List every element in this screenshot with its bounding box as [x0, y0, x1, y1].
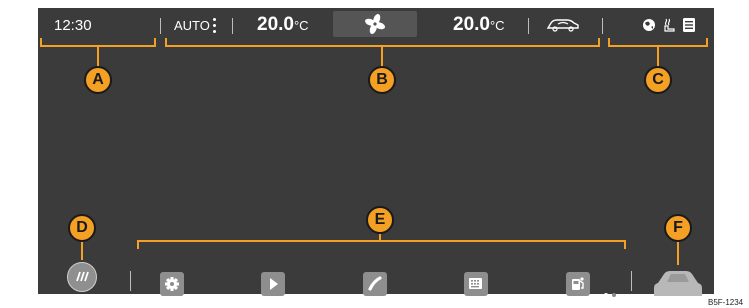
car-recirculation-icon[interactable]	[546, 17, 580, 33]
settings-icon	[165, 277, 179, 291]
temperature-right-value: 20.0	[453, 14, 490, 35]
fuel-icon	[572, 277, 584, 290]
separator	[130, 271, 131, 291]
auto-climate-label[interactable]: AUTO	[174, 18, 210, 33]
phone-icon	[368, 276, 382, 291]
temperature-right-unit: °C	[489, 18, 505, 33]
separator	[528, 18, 529, 34]
temperature-left-value: 20.0	[257, 14, 294, 35]
callout-b: B	[368, 66, 396, 94]
page-dot-active	[604, 293, 608, 297]
stem-d	[81, 240, 83, 260]
seat-heating-icon[interactable]	[662, 17, 676, 33]
stem-f	[677, 240, 679, 265]
app-button-media[interactable]	[261, 272, 285, 296]
temperature-right[interactable]: 20.0°C	[453, 14, 505, 36]
callout-a: A	[84, 66, 112, 94]
callout-e: E	[366, 206, 394, 234]
rear-defrost-icon	[76, 271, 89, 282]
rear-defrost-button[interactable]	[67, 262, 97, 292]
bracket-b	[165, 38, 600, 47]
fan-icon	[365, 14, 385, 34]
clock[interactable]: 12:30	[54, 17, 92, 34]
play-icon	[270, 278, 278, 290]
bracket-e	[137, 240, 626, 249]
callout-f: F	[664, 214, 692, 242]
callout-d: D	[68, 214, 96, 242]
keyboard-icon	[469, 278, 482, 289]
bracket-a	[40, 38, 156, 47]
temperature-left[interactable]: 20.0°C	[257, 14, 309, 36]
callout-c: C	[644, 66, 672, 94]
separator	[160, 18, 161, 34]
separator	[631, 271, 632, 291]
reference-code: B5F-1234	[708, 298, 744, 307]
bracket-c	[608, 38, 708, 47]
separator	[232, 18, 233, 34]
fan-button[interactable]	[333, 11, 417, 37]
separator	[602, 18, 603, 34]
app-button-fuel[interactable]	[566, 272, 590, 296]
infotainment-screen: 12:30 AUTO 20.0°C 20.0°C A B C D E F	[38, 8, 714, 297]
list-icon[interactable]	[682, 17, 696, 33]
app-button-apps[interactable]	[464, 272, 488, 296]
vehicle-icon[interactable]	[650, 268, 706, 298]
page-dot	[612, 293, 616, 297]
page-indicator[interactable]	[604, 293, 624, 299]
app-button-phone[interactable]	[363, 272, 387, 296]
infotainment-figure: 12:30 AUTO 20.0°C 20.0°C A B C D E F	[0, 0, 749, 300]
app-button-settings[interactable]	[160, 272, 184, 296]
more-dots-icon[interactable]	[213, 18, 217, 34]
globe-icon[interactable]	[642, 18, 656, 32]
temperature-left-unit: °C	[293, 18, 309, 33]
